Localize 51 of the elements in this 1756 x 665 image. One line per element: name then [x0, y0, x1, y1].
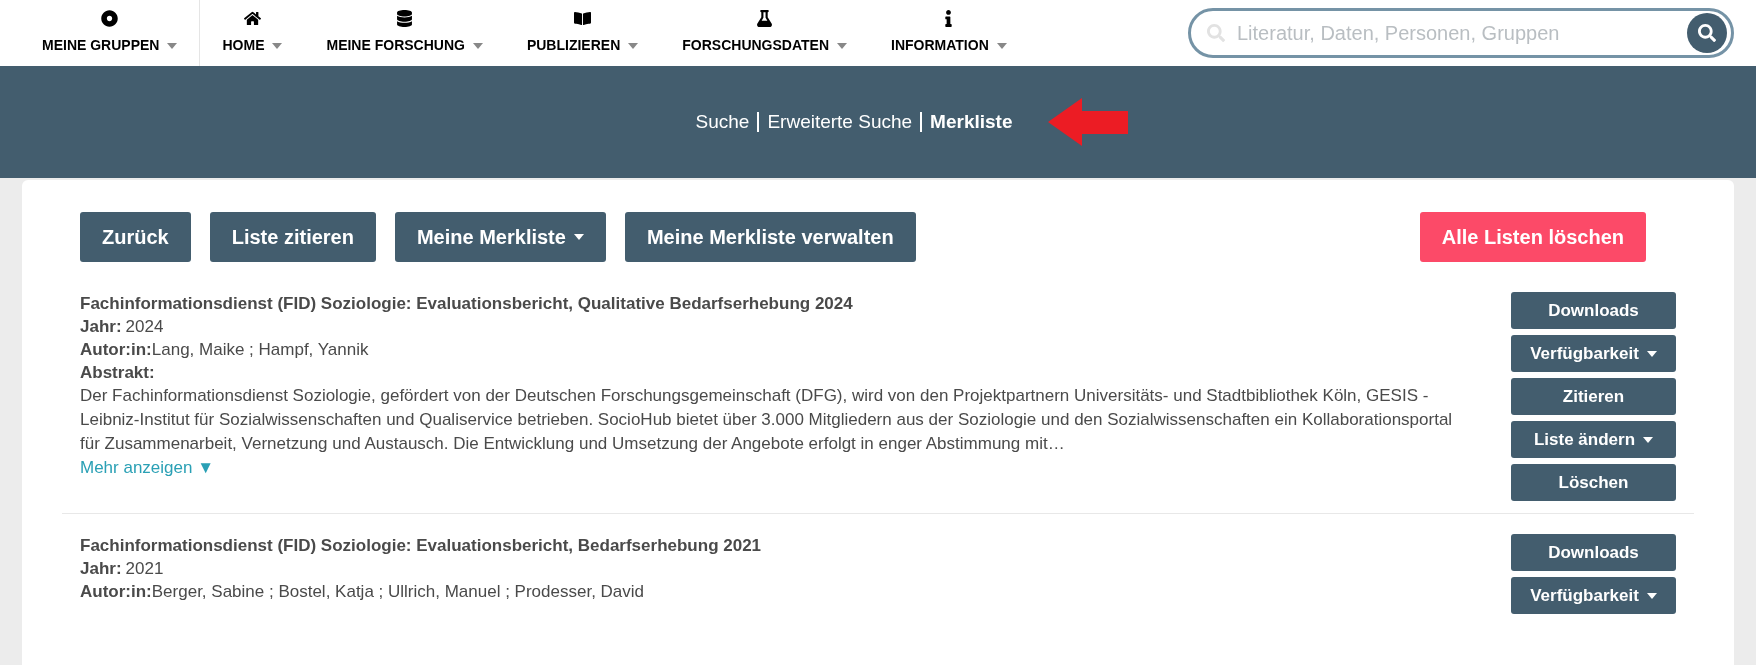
caret-icon [1643, 436, 1654, 443]
toolbar-button[interactable]: Zurück [80, 212, 191, 262]
nav-menu-item[interactable]: MEINE FORSCHUNG [304, 0, 505, 66]
subnav-link[interactable]: Merkliste [922, 112, 1021, 132]
caret-icon [1646, 350, 1657, 357]
abstract-text: Der Fachinformationsdienst Soziologie, gefördert von der Deutschen Forschungsgemeinschaft (DFG), wird von den Projektpartnern Universitäts- und Stadtbibliothek Köln, GESIS - Leibniz-Institut für Sozialwissenschaften und Qualiservice betrieben. SocioHub bietet über 3.000 Mitgliedern aus der Soziologie und den Sozialwissenschaften ein Kollaborationsportal für Zusammenarbeit, Vernetzung und Austausch. Die Entwicklung und Umsetzung der Angebote erfolgt in enger Abstimmung mit… [80, 385, 1454, 455]
field-label: Jahr: [80, 316, 122, 338]
caret-icon [996, 42, 1007, 49]
action-button[interactable]: Löschen [1511, 464, 1676, 501]
result-title: Fachinformationsdienst (FID) Soziologie: Evaluationsbericht, Bedarfserhebung 2021 [80, 535, 763, 557]
caret-icon [837, 42, 847, 49]
year-value: 2021 [125, 558, 164, 580]
author-value: Berger, Sabine ; Bostel, Katja ; Ullrich, Manuel ; Prodesser, David [151, 581, 645, 603]
search-field[interactable]: Literatur, Daten, Personen, Gruppen [1237, 18, 1687, 48]
nav-menu-item[interactable]: FORSCHUNGSDATEN [660, 0, 869, 66]
field-label: Autor:in: [80, 581, 152, 603]
field-label: Autor:in: [80, 339, 152, 361]
search-bar[interactable]: Literatur, Daten, Personen, Gruppen [1188, 8, 1734, 58]
search-button[interactable] [1687, 13, 1727, 53]
subnav-link[interactable]: Erweiterte Suche [759, 112, 923, 132]
toolbar-button[interactable]: Liste zitieren [209, 212, 376, 262]
caret-icon [573, 234, 584, 240]
action-button[interactable]: Verfügbarkeit [1511, 577, 1676, 614]
book-icon [574, 10, 592, 27]
nav-menu-item[interactable]: INFORMATION [869, 0, 1029, 66]
search-icon [1698, 24, 1716, 42]
action-button[interactable]: Zitieren [1511, 378, 1676, 415]
caret-icon [1646, 592, 1657, 599]
author-value: Lang, Maike ; Hampf, Yannik [151, 339, 369, 361]
toolbar-button[interactable]: Meine Merkliste [394, 212, 606, 262]
caret-icon [628, 42, 639, 49]
caret-icon [472, 42, 483, 49]
action-button[interactable]: Downloads [1511, 292, 1676, 329]
search-icon [1207, 24, 1225, 42]
caret-icon [167, 42, 178, 49]
database-icon [396, 10, 414, 27]
nav-menu-item[interactable]: HOME [200, 0, 305, 66]
target-icon [101, 10, 119, 27]
flask-icon [756, 10, 774, 27]
action-button[interactable]: Downloads [1511, 534, 1676, 571]
nav-menu-item[interactable]: PUBLIZIEREN [504, 0, 661, 66]
action-button[interactable]: Liste ändern [1511, 421, 1676, 458]
home-icon [243, 10, 261, 27]
result-title: Fachinformationsdienst (FID) Soziologie: Evaluationsbericht, Qualitative Bedarfserhebung 2024 [80, 293, 854, 315]
field-label: Abstrakt: [80, 362, 156, 384]
toolbar-button[interactable]: Meine Merkliste verwalten [624, 212, 916, 262]
subnav-link[interactable]: Suche [687, 112, 760, 132]
field-label: Jahr: [80, 558, 122, 580]
action-button[interactable]: Verfügbarkeit [1511, 335, 1676, 372]
year-value: 2024 [125, 316, 164, 338]
caret-icon [272, 42, 283, 49]
